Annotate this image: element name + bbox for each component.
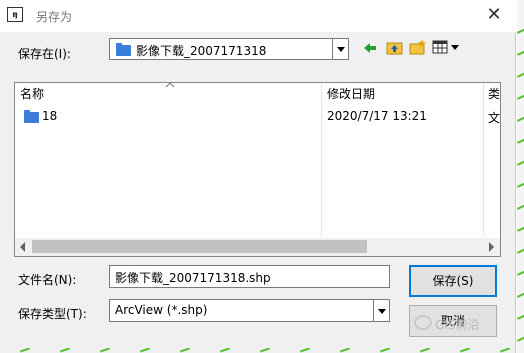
arcgis-app-icon: ɱ <box>7 7 23 22</box>
up-folder-icon[interactable] <box>386 39 403 57</box>
folder-icon <box>116 43 131 56</box>
view-menu-icon[interactable] <box>432 40 460 58</box>
close-button[interactable]: ✕ <box>472 0 516 30</box>
save-as-dialog: ɱ 另存为 ✕ 保存在(I): 影像下载_2007171318 名称 修改日期 … <box>0 0 516 353</box>
scrollbar-thumb[interactable] <box>32 240 367 253</box>
wechat-icon <box>414 315 432 330</box>
filetype-combobox[interactable]: ArcView (*.shp) <box>109 299 390 322</box>
chevron-down-icon[interactable] <box>332 39 348 59</box>
file-name: 18 <box>42 109 58 123</box>
folder-icon <box>24 110 39 123</box>
list-item[interactable]: 18 2020/7/17 13:21 文 <box>15 107 500 127</box>
background-decoration <box>0 348 524 353</box>
save-in-combobox[interactable]: 影像下载_2007171318 <box>109 38 349 60</box>
watermark-text: GIS前沿 <box>435 318 480 332</box>
save-in-label: 保存在(I): <box>18 47 71 61</box>
window-title: 另存为 <box>36 10 73 24</box>
save-button[interactable]: 保存(S) <box>409 265 497 297</box>
column-header-modified[interactable]: 修改日期 <box>322 83 483 107</box>
scroll-left-icon[interactable] <box>20 242 25 252</box>
file-list[interactable]: 名称 修改日期 类 18 2020/7/17 13:21 文 <box>14 82 501 257</box>
filename-value: 影像下载_2007171318.shp <box>115 271 271 285</box>
filename-label: 文件名(N): <box>18 273 77 287</box>
file-modified: 2020/7/17 13:21 <box>327 109 427 123</box>
column-header-name[interactable]: 名称 <box>15 83 321 107</box>
filetype-value: ArcView (*.shp) <box>115 303 208 317</box>
filetype-label: 保存类型(T): <box>18 307 87 321</box>
filename-input[interactable]: 影像下载_2007171318.shp <box>109 265 390 288</box>
back-arrow-icon[interactable] <box>362 40 378 58</box>
background-decoration <box>517 0 524 353</box>
title-bar: ɱ 另存为 ✕ <box>0 0 516 32</box>
horizontal-scrollbar[interactable] <box>15 238 500 256</box>
save-in-value: 影像下载_2007171318 <box>136 44 267 58</box>
file-type: 文 <box>488 111 500 125</box>
scroll-right-icon[interactable] <box>489 242 494 252</box>
column-header-type[interactable]: 类 <box>484 83 500 107</box>
chevron-down-icon[interactable] <box>373 300 389 321</box>
new-folder-icon[interactable] <box>409 38 427 56</box>
